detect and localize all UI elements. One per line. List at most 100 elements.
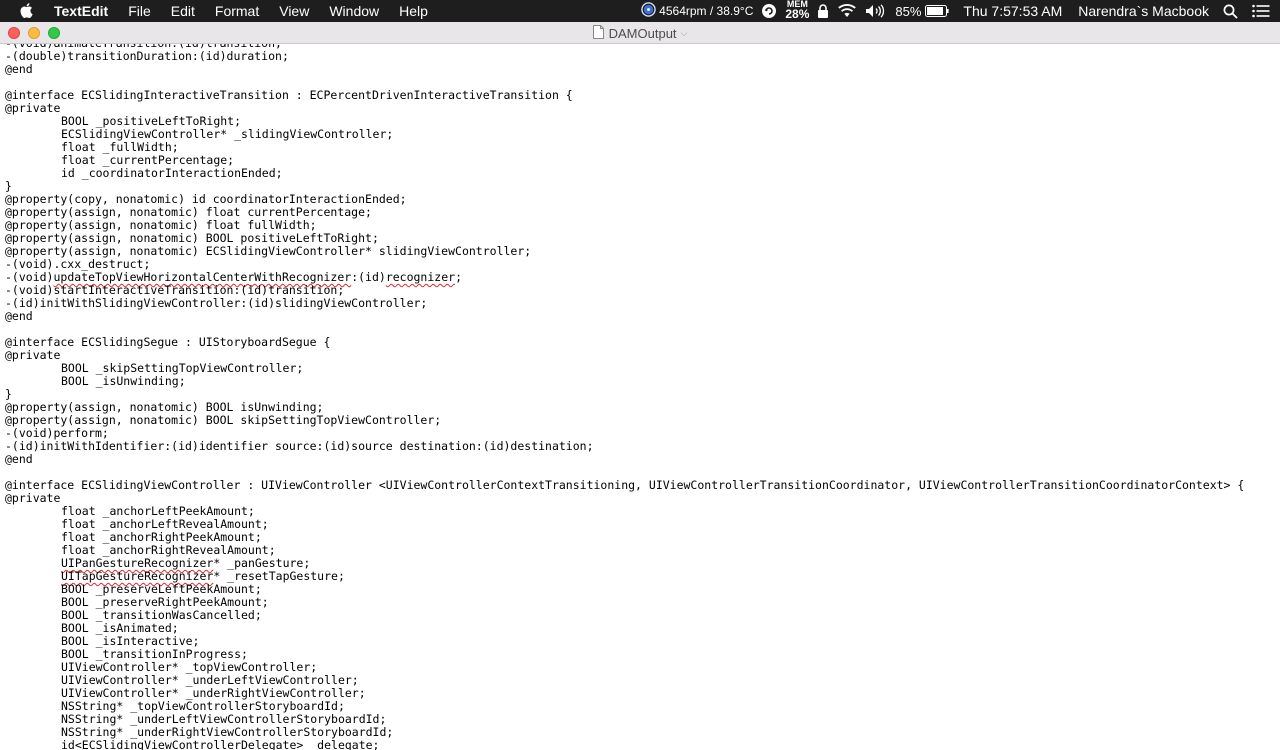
code-line: @interface ECSlidingViewController : UIV… xyxy=(5,479,1244,492)
code-text: @property(assign, nonatomic) BOOL skipSe… xyxy=(5,413,442,427)
code-text: BOOL _isInteractive; xyxy=(61,634,200,648)
code-line: BOOL _isUnwinding; xyxy=(5,375,1244,388)
menu-view[interactable]: View xyxy=(269,0,319,22)
code-text: @end xyxy=(5,309,33,323)
code-text: BOOL _preserveRightPeekAmount; xyxy=(61,595,269,609)
code-text: float _currentPercentage; xyxy=(61,153,235,167)
chevron-down-icon[interactable]: ⌵ xyxy=(681,28,688,39)
code-text: @interface ECSlidingViewController : UIV… xyxy=(5,478,1245,492)
code-line: BOOL _transitionWasCancelled; xyxy=(5,609,1244,622)
menu-help[interactable]: Help xyxy=(389,0,438,22)
code-line: -(id)initWithIdentifier:(id)identifier s… xyxy=(5,440,1244,453)
code-line: @end xyxy=(5,310,1244,323)
document-title-text: DAMOutput xyxy=(608,25,677,41)
code-line: @interface ECSlidingInteractiveTransitio… xyxy=(5,89,1244,102)
code-text: float _fullWidth; xyxy=(61,140,179,154)
misspelled-word: UIPanGestureRecognizer xyxy=(61,556,214,570)
wifi-icon[interactable] xyxy=(837,0,857,22)
code-line: id<ECSlidingViewControllerDelegate> _del… xyxy=(5,739,1244,750)
code-text: ECSlidingViewController* _slidingViewCon… xyxy=(61,127,394,141)
code-line: @end xyxy=(5,453,1244,466)
code-text: id _coordinatorInteractionEnded; xyxy=(61,166,283,180)
code-text: -(void).cxx_destruct; xyxy=(5,257,151,271)
document-title[interactable]: DAMOutput ⌵ xyxy=(0,22,1280,44)
code-text: @property(assign, nonatomic) ECSlidingVi… xyxy=(5,244,532,258)
code-text: UIViewController* _underRightViewControl… xyxy=(61,686,366,700)
status-area: 4564rpm / 38.9°C MEM 28% 85% Thu 7:57:53… xyxy=(633,0,1280,22)
code-text: NSString* _topViewControllerStoryboardId… xyxy=(61,699,345,713)
code-line: @property(assign, nonatomic) ECSlidingVi… xyxy=(5,245,1244,258)
code-text: @property(assign, nonatomic) BOOL positi… xyxy=(5,231,379,245)
code-text: -(void)startInteractiveTransition:(id)tr… xyxy=(5,283,345,297)
code-line: -(double)transitionDuration:(id)duration… xyxy=(5,50,1244,63)
code-text: -(void) xyxy=(5,270,54,284)
code-text: } xyxy=(5,179,12,193)
clock[interactable]: Thu 7:57:53 AM xyxy=(963,0,1062,22)
window-title-bar[interactable]: DAMOutput ⌵ xyxy=(0,22,1280,44)
fan-icon xyxy=(641,2,656,20)
code-line: @interface ECSlidingSegue : UIStoryboard… xyxy=(5,336,1244,349)
code-text: @end xyxy=(5,452,33,466)
list-icon[interactable] xyxy=(1252,0,1270,22)
volume-icon[interactable] xyxy=(865,0,887,22)
code-text: -(id)initWithIdentifier:(id)identifier s… xyxy=(5,439,594,453)
code-text: @property(assign, nonatomic) float fullW… xyxy=(5,218,317,232)
code-text: @interface ECSlidingSegue : UIStoryboard… xyxy=(5,335,331,349)
code-text: @private xyxy=(5,491,61,505)
code-text: BOOL _preserveLeftPeekAmount; xyxy=(61,582,262,596)
search-icon[interactable] xyxy=(1223,0,1238,22)
code-text: id<ECSlidingViewControllerDelegate> _del… xyxy=(61,738,380,750)
code-text: BOOL _isUnwinding; xyxy=(61,374,186,388)
lock-icon[interactable] xyxy=(817,0,829,22)
code-text: NSString* _underLeftViewControllerStoryb… xyxy=(61,712,387,726)
code-text: float _anchorLeftRevealAmount; xyxy=(61,517,269,531)
menu-window[interactable]: Window xyxy=(319,0,389,22)
user-name[interactable]: Narendra`s Macbook xyxy=(1078,0,1209,22)
code-text: } xyxy=(5,387,12,401)
code-text: @private xyxy=(5,348,61,362)
code-line: -(id)initWithSlidingViewController:(id)s… xyxy=(5,297,1244,310)
misspelled-word: UITapGestureRecognizer xyxy=(61,569,214,583)
misspelled-word: recognizer xyxy=(385,270,456,284)
misspelled-word: updateTopViewHorizontalCenterWithRecogni… xyxy=(53,270,352,284)
document-icon xyxy=(592,24,604,42)
text-editor-area[interactable]: -(void)animateTransition:(id)transition;… xyxy=(0,44,1280,750)
code-line: @property(assign, nonatomic) BOOL skipSe… xyxy=(5,414,1244,427)
fan-status[interactable]: 4564rpm / 38.9°C xyxy=(641,0,753,22)
rotate-icon[interactable] xyxy=(761,0,777,22)
code-text: @property(assign, nonatomic) BOOL isUnwi… xyxy=(5,400,324,414)
code-text: * _resetTapGesture; xyxy=(213,569,345,583)
code-text: -(void)perform; xyxy=(5,426,109,440)
code-line: @end xyxy=(5,63,1244,76)
app-menu-textedit[interactable]: TextEdit xyxy=(54,0,118,22)
code-line: BOOL _skipSettingTopViewController; xyxy=(5,362,1244,375)
menu-format[interactable]: Format xyxy=(205,0,269,22)
apple-logo-icon[interactable] xyxy=(20,0,36,22)
menu-bar: TextEdit File Edit Format View Window He… xyxy=(0,0,1280,22)
code-text: float _anchorRightRevealAmount; xyxy=(61,543,276,557)
code-text: @end xyxy=(5,62,33,76)
code-text: float _anchorRightPeekAmount; xyxy=(61,530,262,544)
code-text: @property(copy, nonatomic) id coordinato… xyxy=(5,192,407,206)
code-text: ; xyxy=(455,270,462,284)
battery-percent[interactable]: 85% xyxy=(895,0,921,22)
code-text: UIViewController* _underLeftViewControll… xyxy=(61,673,359,687)
code-text: UIViewController* _topViewController; xyxy=(61,660,318,674)
memory-status[interactable]: MEM 28% xyxy=(785,0,809,22)
code-text: :(id) xyxy=(351,270,386,284)
code-text: BOOL _positiveLeftToRight; xyxy=(61,114,242,128)
code-text: NSString* _underRightViewControllerStory… xyxy=(61,725,394,739)
code-line: id _coordinatorInteractionEnded; xyxy=(5,167,1244,180)
code-text: -(double)transitionDuration:(id)duration… xyxy=(5,49,289,63)
document-text[interactable]: -(void)animateTransition:(id)transition;… xyxy=(5,44,1244,750)
battery-icon[interactable] xyxy=(925,0,950,22)
menu-file[interactable]: File xyxy=(118,0,161,22)
menu-edit[interactable]: Edit xyxy=(161,0,205,22)
code-text: * _panGesture; xyxy=(213,556,311,570)
code-text: BOOL _isAnimated; xyxy=(61,621,179,635)
fan-stats-text: 4564rpm / 38.9°C xyxy=(659,4,754,18)
code-text: @property(assign, nonatomic) float curre… xyxy=(5,205,372,219)
code-text: @interface ECSlidingInteractiveTransitio… xyxy=(5,88,573,102)
code-line: ECSlidingViewController* _slidingViewCon… xyxy=(5,128,1244,141)
code-text: BOOL _skipSettingTopViewController; xyxy=(61,361,304,375)
